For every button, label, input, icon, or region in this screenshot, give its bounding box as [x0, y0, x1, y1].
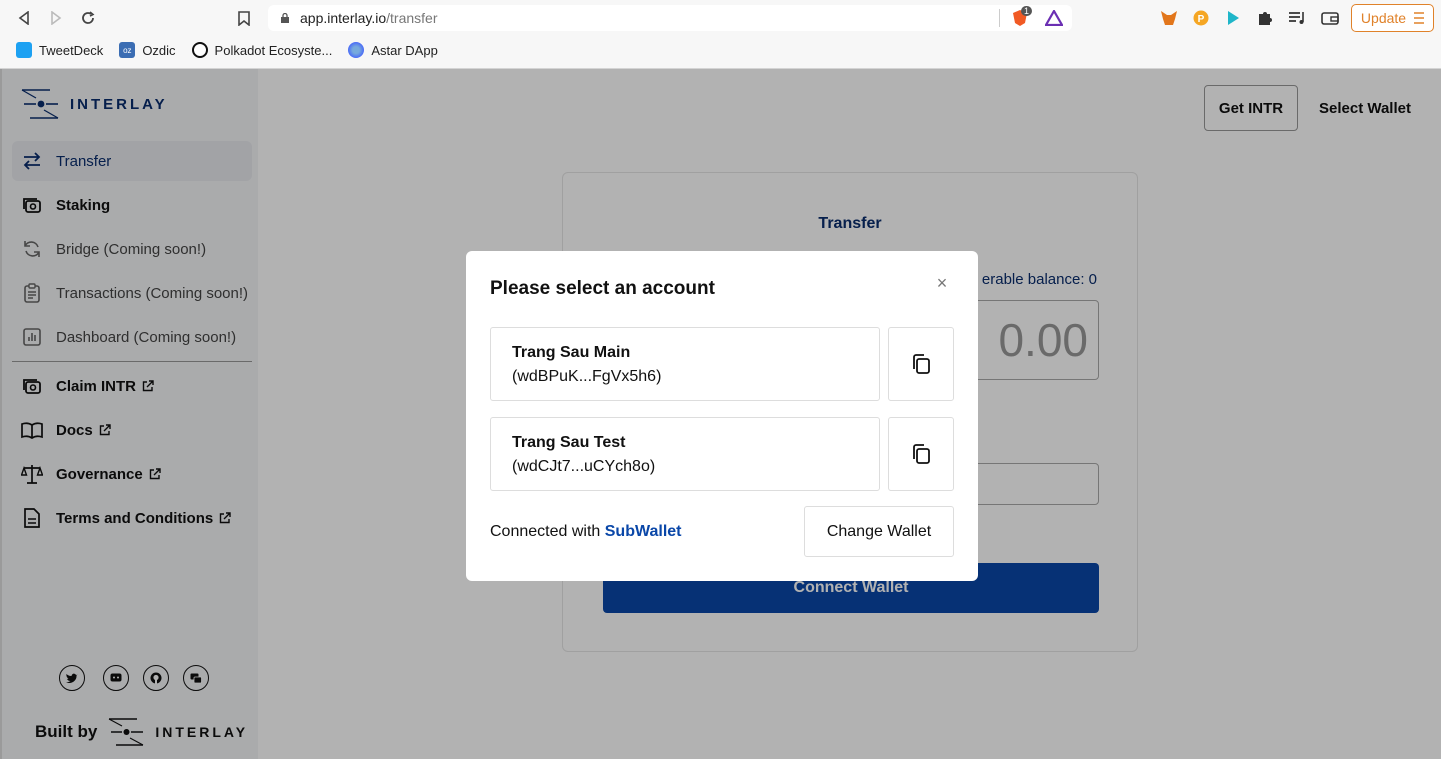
svg-text:P: P [1198, 14, 1205, 25]
bookmark-label: Ozdic [142, 42, 176, 58]
bookmark-label: Astar DApp [371, 42, 438, 58]
wallet-icon[interactable] [1320, 8, 1340, 28]
forward-icon[interactable] [46, 8, 66, 28]
menu-icon [1414, 12, 1425, 24]
close-icon[interactable]: × [934, 274, 950, 292]
browser-chrome: app.interlay.io/transfer 1 P Update Twee… [0, 0, 1441, 69]
shield-badge: 1 [1021, 6, 1033, 16]
back-icon[interactable] [14, 8, 34, 28]
copy-address-button[interactable] [888, 417, 954, 491]
url-host: app.interlay.io [300, 10, 387, 26]
account-name: Trang Sau Test [512, 434, 626, 451]
change-wallet-button[interactable]: Change Wallet [804, 506, 954, 557]
metamask-icon[interactable] [1159, 8, 1179, 28]
extensions-puzzle-icon[interactable] [1255, 8, 1275, 28]
brave-shield-icon[interactable]: 1 [1010, 6, 1033, 28]
copy-icon [913, 354, 930, 374]
connected-prefix: Connected with [490, 523, 601, 540]
bookmark-label: TweetDeck [39, 42, 104, 58]
account-select-modal: Please select an account × Trang Sau Mai… [466, 251, 978, 581]
account-name: Trang Sau Main [512, 344, 631, 361]
extension-play-icon[interactable] [1223, 8, 1243, 28]
media-queue-icon[interactable] [1287, 8, 1307, 28]
update-label: Update [1360, 10, 1407, 26]
url-path: /transfer [386, 10, 438, 26]
wallet-name: SubWallet [604, 523, 682, 540]
bookmark-polkadot[interactable]: Polkadot Ecosyste... [191, 42, 333, 58]
connected-with: Connected with SubWallet [490, 523, 682, 541]
account-option[interactable]: Trang Sau Test (wdCJt7...uCYch8o) [490, 417, 880, 491]
extension-coin-icon[interactable]: P [1191, 8, 1211, 28]
account-option[interactable]: Trang Sau Main (wdBPuK...FgVx5h6) [490, 327, 880, 401]
brave-rewards-icon[interactable] [1044, 8, 1064, 28]
polkadot-icon [191, 42, 208, 58]
twitter-icon [16, 42, 32, 58]
account-address: (wdCJt7...uCYch8o) [512, 458, 656, 475]
update-button[interactable]: Update [1351, 4, 1434, 32]
lock-icon [281, 13, 289, 23]
reload-icon[interactable] [78, 8, 98, 28]
astar-icon [348, 42, 365, 58]
copy-icon [913, 444, 930, 464]
change-wallet-label: Change Wallet [826, 522, 932, 540]
address-bar[interactable]: app.interlay.io/transfer 1 [268, 5, 1072, 31]
modal-title: Please select an account [490, 278, 715, 299]
copy-address-button[interactable] [888, 327, 954, 401]
ozdic-icon: oz [119, 42, 136, 58]
bookmark-label: Polkadot Ecosyste... [214, 42, 333, 58]
account-address: (wdBPuK...FgVx5h6) [512, 368, 662, 385]
bookmarks-bar: TweetDeck oz Ozdic Polkadot Ecosyste... … [0, 38, 438, 62]
bookmark-icon[interactable] [234, 8, 254, 28]
bookmark-astar[interactable]: Astar DApp [348, 42, 438, 58]
bookmark-tweetdeck[interactable]: TweetDeck [16, 42, 103, 58]
bookmark-ozdic[interactable]: oz Ozdic [119, 42, 176, 58]
address-divider [999, 9, 1000, 27]
